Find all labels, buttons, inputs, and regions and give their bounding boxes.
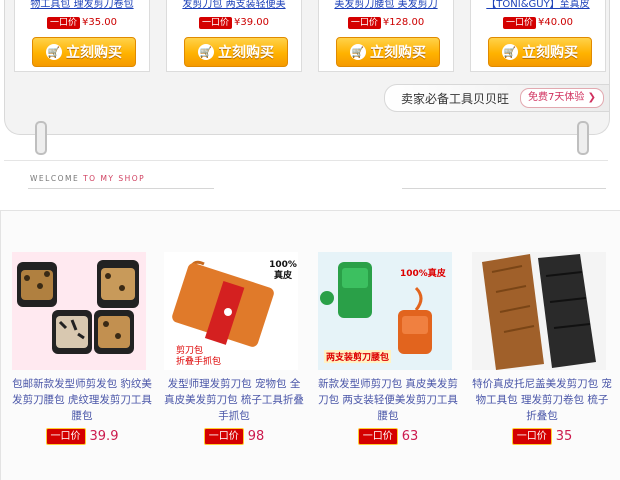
- product-price: 63: [401, 429, 419, 444]
- buy-now-label: 立刻购买: [370, 45, 426, 61]
- product-title[interactable]: 特价真皮托尼盖美发剪刀包 宠物工具包 理发剪刀卷包 梳子折叠包: [472, 376, 612, 424]
- buy-now-button[interactable]: 🛒 立刻购买: [488, 37, 592, 67]
- product-price-row: 一口价 35: [472, 426, 612, 445]
- cart-icon: 🛒: [350, 44, 366, 60]
- promo-card-price: ¥39.00: [234, 17, 269, 28]
- buy-now-button[interactable]: 🛒 立刻购买: [184, 37, 288, 67]
- price-tag: 一口价: [502, 17, 536, 29]
- product-item: 特价真皮托尼盖美发剪刀包 宠物工具包 理发剪刀卷包 梳子折叠包 一口价 35: [472, 252, 612, 445]
- image-badge: 100% 真皮: [269, 260, 297, 281]
- cart-icon: 🛒: [198, 44, 214, 60]
- promo-card-price-row: 一口价 ¥35.00: [15, 17, 149, 29]
- welcome-underline: [28, 188, 214, 189]
- product-price: 98: [247, 429, 265, 444]
- price-tag: 一口价: [198, 17, 232, 29]
- cart-icon: 🛒: [502, 44, 518, 60]
- product-price: 39.9: [89, 429, 119, 444]
- promo-card-name[interactable]: 物工具包 理发剪刀卷包: [15, 0, 149, 10]
- seller-tool-bar: 卖家必备工具贝贝旺 免费7天体验 ❯: [384, 84, 610, 112]
- buy-now-label: 立刻购买: [522, 45, 578, 61]
- price-tag: 一口价: [46, 17, 80, 29]
- promo-cards: 物工具包 理发剪刀卷包 一口价 ¥35.00 🛒 立刻购买 发剪刀包 两支装轻便美 …: [14, 0, 606, 72]
- product-item: 包邮新款发型师剪发包 豹纹美发剪刀腰包 虎纹理发剪刀工具腰包 一口价 39.9: [12, 252, 152, 445]
- welcome-highlight: TO MY SHOP: [83, 174, 146, 183]
- promo-card-price-row: 一口价 ¥40.00: [471, 17, 605, 29]
- promo-card-name[interactable]: 发剪刀包 两支装轻便美: [167, 0, 301, 10]
- image-caption-line: 折叠手抓包: [176, 357, 222, 367]
- promo-card: 【TONI&GUY】至真皮 一口价 ¥40.00 🛒 立刻购买: [470, 0, 606, 72]
- welcome-divider: [4, 160, 608, 161]
- price-tag: 一口价: [511, 428, 552, 445]
- price-tag: 一口价: [45, 428, 86, 445]
- promo-card-name[interactable]: 美发剪刀腰包 美发剪刀: [319, 0, 453, 10]
- promo-card: 美发剪刀腰包 美发剪刀 一口价 ¥128.00 🛒 立刻购买: [318, 0, 454, 72]
- product-item: 100% 真皮 剪刀包 折叠手抓包 发型师理发剪刀包 宠物包 全真皮美发剪刀包 …: [164, 252, 304, 445]
- price-tag: 一口价: [203, 428, 244, 445]
- product-title[interactable]: 新款发型师剪刀包 真皮美发剪刀包 两支装轻便美发剪刀工具腰包: [318, 376, 458, 424]
- image-caption: 两支装剪刀腰包: [324, 350, 392, 363]
- image-caption: 剪刀包 折叠手抓包: [176, 346, 221, 368]
- product-price-row: 一口价 98: [164, 426, 304, 445]
- buy-now-label: 立刻购买: [66, 45, 122, 61]
- product-image[interactable]: [12, 252, 146, 370]
- product-price-row: 一口价 63: [318, 426, 458, 445]
- seller-tool-text: 卖家必备工具贝贝旺: [401, 92, 510, 106]
- product-title[interactable]: 包邮新款发型师剪发包 豹纹美发剪刀腰包 虎纹理发剪刀工具腰包: [12, 376, 152, 424]
- binder-ring-icon: [577, 121, 589, 155]
- free-trial-button[interactable]: 免费7天体验 ❯: [520, 88, 604, 108]
- product-image[interactable]: 100% 真皮 剪刀包 折叠手抓包: [164, 252, 298, 370]
- promo-card: 发剪刀包 两支装轻便美 一口价 ¥39.00 🛒 立刻购买: [166, 0, 302, 72]
- promo-card: 物工具包 理发剪刀卷包 一口价 ¥35.00 🛒 立刻购买: [14, 0, 150, 72]
- welcome-text: WELCOME: [30, 174, 80, 183]
- product-title[interactable]: 发型师理发剪刀包 宠物包 全真皮美发剪刀包 梳子工具折叠手抓包: [164, 376, 304, 424]
- product-price: 35: [555, 429, 573, 444]
- binder-ring-icon: [35, 121, 47, 155]
- welcome-banner: WELCOME TO MY SHOP: [30, 174, 145, 183]
- promo-card-price: ¥40.00: [538, 17, 573, 28]
- image-caption-line: 剪刀包: [176, 346, 204, 356]
- price-tag: 一口价: [347, 17, 381, 29]
- product-image[interactable]: [472, 252, 606, 370]
- buy-now-label: 立刻购买: [218, 45, 274, 61]
- promo-card-name[interactable]: 【TONI&GUY】至真皮: [471, 0, 605, 10]
- promo-card-price-row: 一口价 ¥39.00: [167, 17, 301, 29]
- price-tag: 一口价: [357, 428, 398, 445]
- cart-icon: 🛒: [46, 44, 62, 60]
- buy-now-button[interactable]: 🛒 立刻购买: [336, 37, 440, 67]
- promo-card-price: ¥128.00: [382, 17, 425, 28]
- promo-card-price: ¥35.00: [82, 17, 117, 28]
- buy-now-button[interactable]: 🛒 立刻购买: [32, 37, 136, 67]
- promo-card-price-row: 一口价 ¥128.00: [319, 17, 453, 29]
- image-badge: 100%真皮: [400, 269, 446, 279]
- product-price-row: 一口价 39.9: [12, 426, 152, 445]
- welcome-underline: [402, 188, 606, 189]
- product-image[interactable]: 100%真皮 两支装剪刀腰包: [318, 252, 452, 370]
- product-item: 100%真皮 两支装剪刀腰包 新款发型师剪刀包 真皮美发剪刀包 两支装轻便美发剪…: [318, 252, 458, 445]
